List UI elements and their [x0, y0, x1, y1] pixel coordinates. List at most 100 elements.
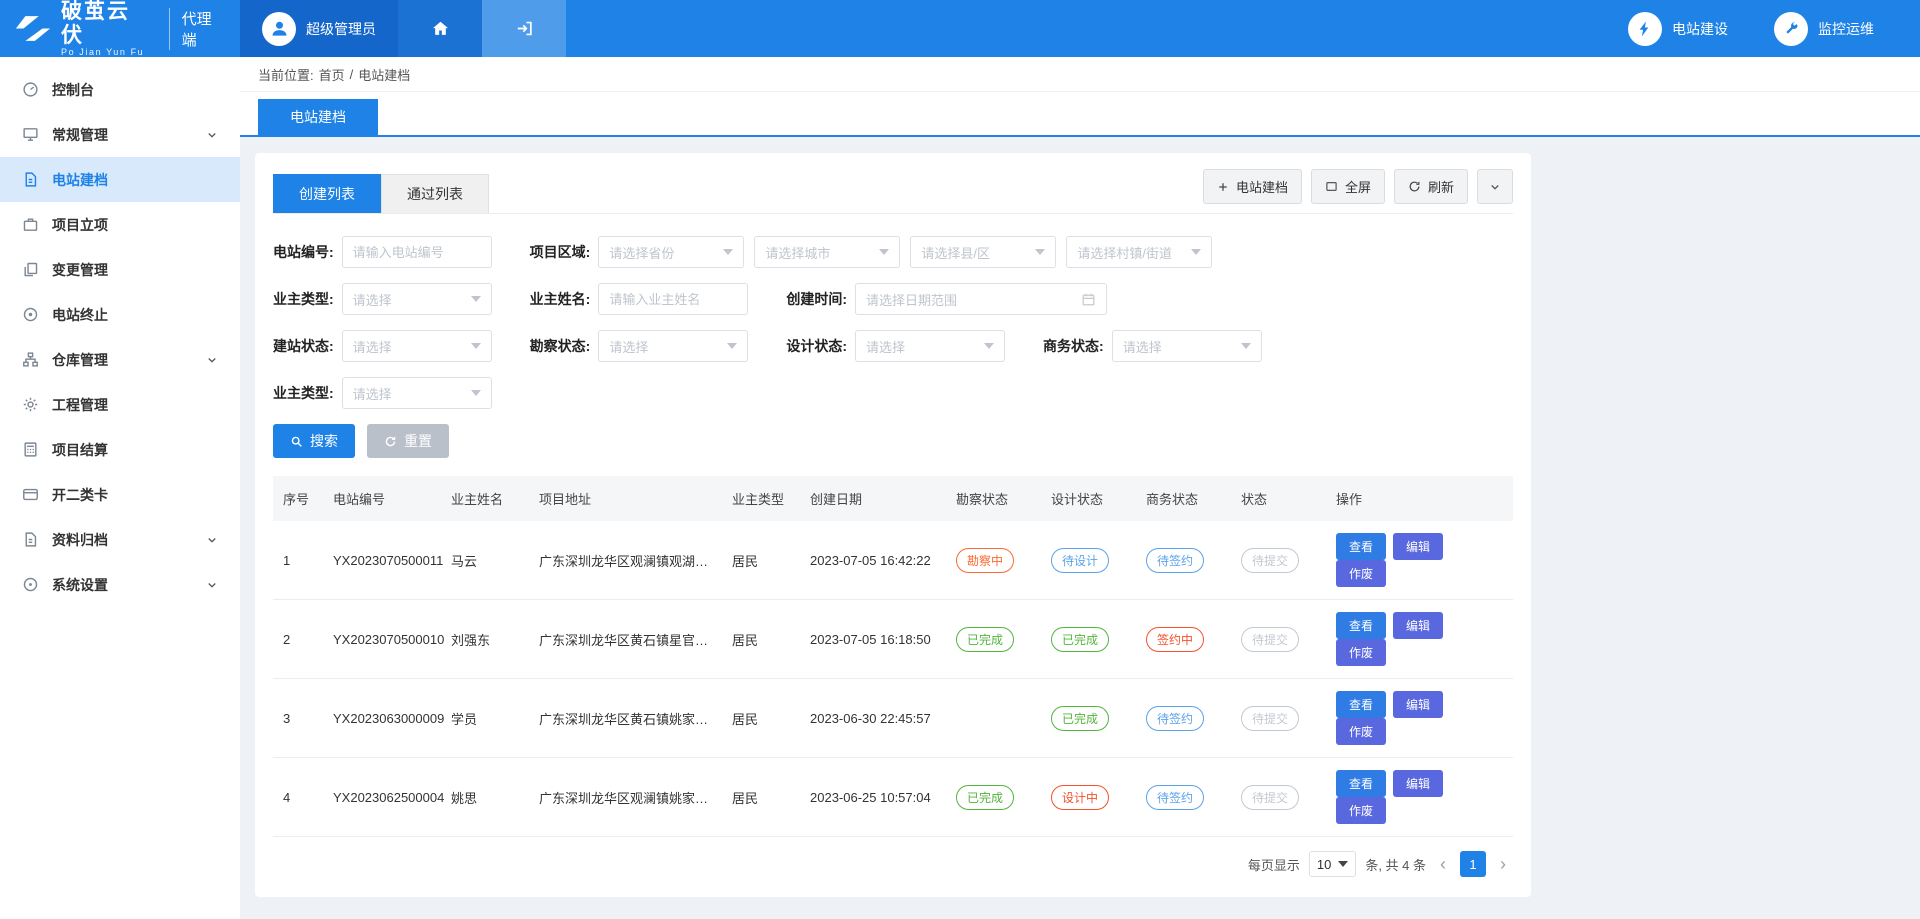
- logo-text: 破茧云伏 Po Jian Yun Fu: [61, 0, 152, 56]
- sidebar-item-system-settings[interactable]: 系统设置: [0, 562, 240, 607]
- sidebar-item-data-archive[interactable]: 资料归档: [0, 517, 240, 562]
- design-status-select[interactable]: 请选择: [855, 330, 1005, 362]
- create-station-button[interactable]: 电站建档: [1203, 169, 1302, 204]
- search-icon: [290, 435, 303, 448]
- topbar-station-build[interactable]: 电站建设: [1628, 12, 1728, 46]
- breadcrumb-home[interactable]: 首页: [319, 65, 345, 84]
- sidebar-item-label: 资料归档: [52, 530, 108, 550]
- refresh-button[interactable]: 刷新: [1394, 169, 1468, 204]
- tab-passed-list[interactable]: 通过列表: [381, 174, 489, 213]
- sidebar-item-project-settlement[interactable]: 项目结算: [0, 427, 240, 472]
- breadcrumb-separator: /: [350, 67, 354, 82]
- sidebar-item-station-termination[interactable]: 电站终止: [0, 292, 240, 337]
- logo-title: 破茧云伏: [61, 0, 152, 46]
- sidebar-item-label: 开二类卡: [52, 485, 108, 505]
- town-select[interactable]: 请选择村镇/街道: [1066, 236, 1212, 268]
- table-row: 2YX2023070500010刘强东广东深圳龙华区黄石镇星官大...居民202…: [273, 600, 1513, 679]
- view-button[interactable]: 查看: [1336, 691, 1386, 718]
- cell-business-status: 待签约: [1136, 521, 1231, 600]
- main-content: 当前位置: 首页 / 电站建档 电站建档 创建列表通过列表 电站建档全屏刷新: [240, 0, 1920, 897]
- page-button-1[interactable]: 1: [1460, 851, 1486, 877]
- void-button[interactable]: 作废: [1336, 718, 1386, 745]
- user-menu[interactable]: 超级管理员: [240, 0, 398, 57]
- fullscreen-button[interactable]: 全屏: [1311, 169, 1385, 204]
- page-tab-bar: 电站建档: [240, 92, 1920, 137]
- sidebar-item-change-management[interactable]: 变更管理: [0, 247, 240, 292]
- cell-seq: 1: [273, 521, 323, 600]
- cell-survey-status: [946, 679, 1041, 758]
- cell-created-date: 2023-06-25 10:57:04: [800, 758, 946, 837]
- reset-button[interactable]: 重置: [367, 424, 449, 458]
- home-button[interactable]: [398, 0, 482, 57]
- portal-label: 代理端: [169, 8, 226, 50]
- city-select[interactable]: 请选择城市: [754, 236, 900, 268]
- edit-button[interactable]: 编辑: [1393, 533, 1443, 560]
- plus-icon: [1217, 181, 1229, 193]
- copy-icon: [22, 261, 39, 278]
- owner-name-input[interactable]: [598, 283, 748, 315]
- refresh-icon: [1408, 180, 1421, 193]
- void-button[interactable]: 作废: [1336, 639, 1386, 666]
- region-label: 项目区域:: [530, 242, 591, 262]
- sidebar-item-general-management[interactable]: 常规管理: [0, 112, 240, 157]
- edit-button[interactable]: 编辑: [1393, 612, 1443, 639]
- chevron-down-icon: [206, 354, 218, 366]
- monitor-icon: [22, 126, 39, 143]
- cell-owner-type: 居民: [722, 521, 800, 600]
- business-status-badge: 签约中: [1146, 627, 1204, 652]
- design-status-badge: 已完成: [1051, 627, 1109, 652]
- sidebar-item-warehouse-management[interactable]: 仓库管理: [0, 337, 240, 382]
- business-status-select[interactable]: 请选择: [1112, 330, 1262, 362]
- reset-button-label: 重置: [404, 431, 432, 451]
- logout-button[interactable]: [482, 0, 566, 57]
- owner-name-label: 业主姓名:: [530, 289, 591, 309]
- edit-button[interactable]: 编辑: [1393, 691, 1443, 718]
- owner-type-select[interactable]: 请选择: [342, 283, 492, 315]
- sidebar-item-label: 项目结算: [52, 440, 108, 460]
- topbar-spacer: [566, 0, 1628, 57]
- sidebar-item-project-initiation[interactable]: 项目立项: [0, 202, 240, 247]
- card-icon: [22, 486, 39, 503]
- owner-type2-select[interactable]: 请选择: [342, 377, 492, 409]
- view-button[interactable]: 查看: [1336, 612, 1386, 639]
- station-code-input[interactable]: [342, 236, 492, 268]
- sidebar-item-station-archive[interactable]: 电站建档: [0, 157, 240, 202]
- view-button[interactable]: 查看: [1336, 770, 1386, 797]
- county-select[interactable]: 请选择县/区: [910, 236, 1056, 268]
- chevron-down-icon: [723, 249, 733, 255]
- topbar-monitor-ops[interactable]: 监控运维: [1774, 12, 1874, 46]
- view-button[interactable]: 查看: [1336, 533, 1386, 560]
- survey-status-select[interactable]: 请选择: [598, 330, 748, 362]
- column-header: 电站编号: [323, 476, 441, 521]
- sidebar-item-label: 仓库管理: [52, 350, 108, 370]
- page-tab-station-archive[interactable]: 电站建档: [258, 99, 378, 135]
- cell-design-status: 设计中: [1041, 758, 1136, 837]
- edit-button[interactable]: 编辑: [1393, 770, 1443, 797]
- business-status-label: 商务状态:: [1043, 336, 1104, 356]
- cell-design-status: 待设计: [1041, 521, 1136, 600]
- create-time-range-input[interactable]: 请选择日期范围: [855, 283, 1107, 315]
- collapse-button[interactable]: [1477, 169, 1513, 204]
- page-size-select[interactable]: 10: [1309, 851, 1356, 877]
- sidebar-item-console[interactable]: 控制台: [0, 67, 240, 112]
- select-placeholder: 请选择: [1123, 337, 1162, 356]
- tab-create-list[interactable]: 创建列表: [273, 174, 381, 213]
- prev-page-button[interactable]: ‹: [1435, 855, 1451, 873]
- search-button[interactable]: 搜索: [273, 424, 355, 458]
- avatar: [262, 12, 296, 46]
- sidebar-item-second-class-card[interactable]: 开二类卡: [0, 472, 240, 517]
- per-page-label: 每页显示: [1248, 855, 1300, 874]
- next-page-button[interactable]: ›: [1495, 855, 1511, 873]
- sidebar-item-label: 系统设置: [52, 575, 108, 595]
- province-select[interactable]: 请选择省份: [598, 236, 744, 268]
- table-row: 3YX2023063000009学员广东深圳龙华区黄石镇姚家庄...居民2023…: [273, 679, 1513, 758]
- cell-actions: 查看编辑作废: [1326, 521, 1513, 600]
- void-button[interactable]: 作废: [1336, 797, 1386, 824]
- design-status-badge: 设计中: [1051, 785, 1109, 810]
- cell-owner-name: 学员: [441, 679, 529, 758]
- design-status-badge: 待设计: [1051, 548, 1109, 573]
- build-status-select[interactable]: 请选择: [342, 330, 492, 362]
- sidebar-item-engineering-management[interactable]: 工程管理: [0, 382, 240, 427]
- cell-created-date: 2023-07-05 16:42:22: [800, 521, 946, 600]
- void-button[interactable]: 作废: [1336, 560, 1386, 587]
